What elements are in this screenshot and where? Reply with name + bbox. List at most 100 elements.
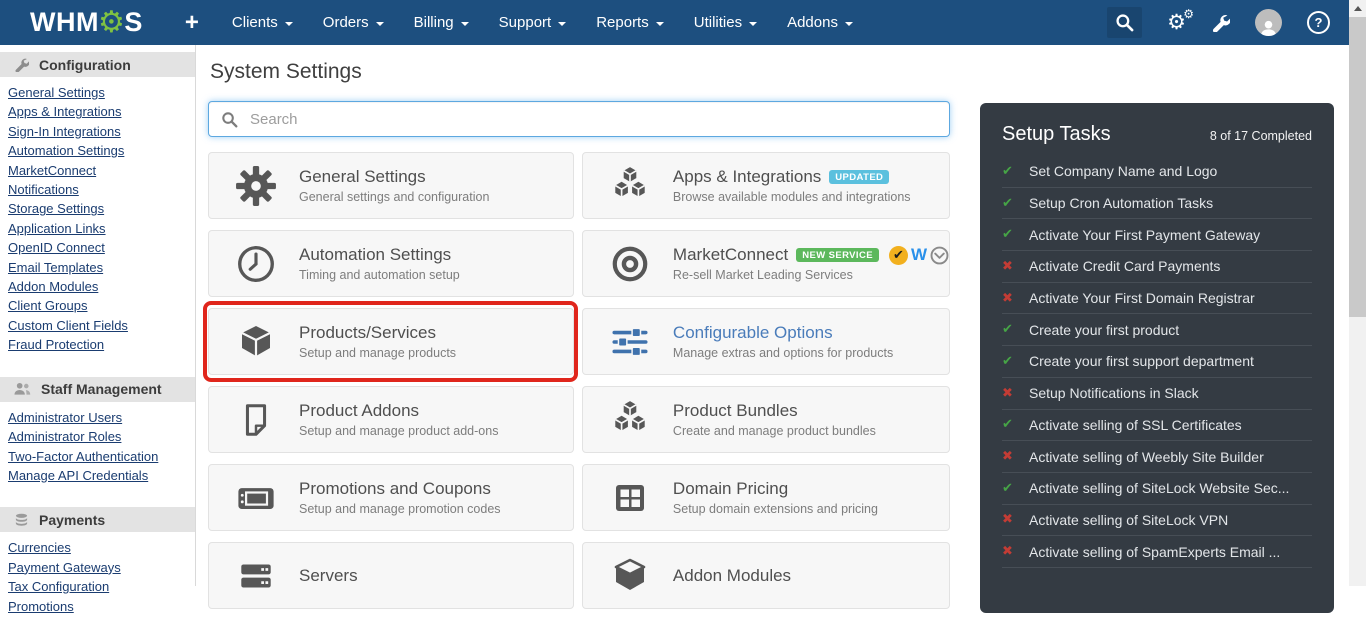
settings-card-grid: General Settings General settings and co… — [208, 152, 950, 609]
chevron-down-icon — [285, 22, 293, 26]
scrollbar-thumb[interactable] — [1349, 17, 1366, 317]
check-icon: ✔ — [1002, 354, 1018, 369]
card-title: MarketConnect NEW SERVICE ✔ W — [673, 245, 949, 265]
setup-task-item[interactable]: ✖Setup Notifications in Slack — [1002, 378, 1312, 410]
sidebar-link[interactable]: Notifications — [8, 180, 189, 199]
search-icon[interactable] — [1107, 7, 1142, 38]
setup-task-item[interactable]: ✖ Activate selling of SpamExperts Email .… — [1002, 536, 1312, 568]
help-icon[interactable]: ? — [1307, 11, 1330, 34]
sliders-icon — [601, 321, 659, 363]
setup-task-item[interactable]: ✔Set Company Name and Logo — [1002, 156, 1312, 188]
card-domain-pricing[interactable]: Domain Pricing Setup domain extensions a… — [582, 464, 950, 531]
check-icon: ✔ — [1002, 322, 1018, 337]
setup-task-item[interactable]: ✔Create your first support department — [1002, 346, 1312, 378]
card-title: Apps & IntegrationsUPDATED — [673, 167, 911, 187]
card-automation-settings[interactable]: Automation Settings Timing and automatio… — [208, 230, 574, 297]
main-content: System Settings General Settings General… — [208, 45, 950, 609]
search-input[interactable] — [248, 110, 937, 129]
coins-icon — [14, 513, 29, 527]
chevron-down-icon — [376, 22, 384, 26]
nav-menu-clients[interactable]: Clients — [217, 0, 308, 45]
quick-add-button[interactable]: + — [175, 9, 209, 37]
setup-tasks-list: ✔Set Company Name and Logo✔Setup Cron Au… — [1002, 156, 1312, 568]
check-icon: ✔ — [1002, 164, 1018, 179]
settings-sidebar: Configuration General SettingsApps & Int… — [0, 45, 196, 586]
card-subtitle: Manage extras and options for products — [673, 346, 893, 360]
chevron-down-icon — [558, 22, 566, 26]
setup-task-item[interactable]: ✖Activate selling of SiteLock VPN — [1002, 505, 1312, 537]
chevron-down-icon — [656, 22, 664, 26]
nav-menu-billing[interactable]: Billing — [399, 0, 484, 45]
sidebar-link[interactable]: Promotions — [8, 597, 189, 616]
sidebar-link[interactable]: Tax Configuration — [8, 577, 189, 596]
sidebar-link[interactable]: Currencies — [8, 538, 189, 557]
setup-task-item[interactable]: ✔Create your first product — [1002, 314, 1312, 346]
sidebar-link[interactable]: Storage Settings — [8, 199, 189, 218]
nav-menu-reports[interactable]: Reports — [581, 0, 679, 45]
card-subtitle: Setup and manage products — [299, 346, 456, 360]
cross-icon: ✖ — [1002, 544, 1018, 559]
card-subtitle: Setup and manage promotion codes — [299, 502, 501, 516]
sidebar-link[interactable]: Sign-In Integrations — [8, 122, 189, 141]
system-settings-gears-icon[interactable]: ⚙⚙ — [1167, 12, 1186, 33]
sidebar-link[interactable]: Payment Gateways — [8, 558, 189, 577]
card-servers[interactable]: Servers — [208, 542, 574, 609]
card-title: Automation Settings — [299, 245, 460, 265]
card-general-settings[interactable]: General Settings General settings and co… — [208, 152, 574, 219]
task-label: Activate Your First Payment Gateway — [1029, 227, 1260, 243]
card-subtitle: Timing and automation setup — [299, 268, 460, 282]
card-configurable-options[interactable]: Configurable Options Manage extras and o… — [582, 308, 950, 375]
task-label: Activate selling of SpamExperts Email ..… — [1029, 544, 1280, 560]
brand-gear-icon: ⚙ — [98, 8, 125, 38]
setup-task-item[interactable]: ✔Activate selling of SSL Certificates — [1002, 410, 1312, 442]
box-3d-icon — [227, 322, 285, 362]
bullseye-icon — [601, 243, 659, 285]
card-subtitle: Re-sell Market Leading Services — [673, 268, 949, 282]
card-promotions-coupons[interactable]: Promotions and Coupons Setup and manage … — [208, 464, 574, 531]
setup-task-item[interactable]: ✖Activate selling of Weebly Site Builder — [1002, 441, 1312, 473]
card-marketconnect[interactable]: MarketConnect NEW SERVICE ✔ W Re-sell Ma… — [582, 230, 950, 297]
sidebar-link[interactable]: Two-Factor Authentication — [8, 447, 189, 466]
sidebar-link[interactable]: Administrator Users — [8, 408, 189, 427]
setup-task-item[interactable]: ✔Activate Your First Payment Gateway — [1002, 219, 1312, 251]
sidebar-link[interactable]: Manage API Credentials — [8, 466, 189, 485]
card-products-services[interactable]: Products/Services Setup and manage produ… — [208, 308, 574, 375]
whmcs-logo[interactable]: WHM⚙S — [30, 7, 143, 38]
sidebar-link[interactable]: Application Links — [8, 219, 189, 238]
sidebar-link[interactable]: Apps & Integrations — [8, 102, 189, 121]
setup-task-item[interactable]: ✔Activate selling of SiteLock Website Se… — [1002, 473, 1312, 505]
card-product-bundles[interactable]: Product Bundles Create and manage produc… — [582, 386, 950, 453]
nav-menu-orders[interactable]: Orders — [308, 0, 399, 45]
cross-icon: ✖ — [1002, 449, 1018, 464]
new-service-badge: NEW SERVICE — [796, 248, 879, 263]
setup-task-item[interactable]: ✔Setup Cron Automation Tasks — [1002, 188, 1312, 220]
utilities-wrench-icon[interactable] — [1211, 13, 1230, 32]
sidebar-link[interactable]: Custom Client Fields — [8, 316, 189, 335]
card-subtitle: Create and manage product bundles — [673, 424, 876, 438]
sidebar-link[interactable]: General Settings — [8, 83, 189, 102]
nav-menu-utilities[interactable]: Utilities — [679, 0, 772, 45]
sidebar-link[interactable]: Email Templates — [8, 258, 189, 277]
sidebar-link[interactable]: Automation Settings — [8, 141, 189, 160]
user-avatar[interactable] — [1255, 9, 1282, 36]
setup-tasks-header: Setup Tasks 8 of 17 Completed — [1002, 103, 1312, 146]
task-label: Setup Notifications in Slack — [1029, 385, 1199, 401]
setup-task-item[interactable]: ✖Activate Credit Card Payments — [1002, 251, 1312, 283]
sidebar-link[interactable]: Fraud Protection — [8, 335, 189, 354]
sidebar-link[interactable]: MarketConnect — [8, 161, 189, 180]
sidebar-link[interactable]: OpenID Connect — [8, 238, 189, 257]
card-product-addons[interactable]: Product Addons Setup and manage product … — [208, 386, 574, 453]
page-title: System Settings — [210, 60, 950, 84]
sidebar-link[interactable]: Addon Modules — [8, 277, 189, 296]
nav-menu-addons[interactable]: Addons — [772, 0, 868, 45]
setup-task-item[interactable]: ✖Activate Your First Domain Registrar — [1002, 283, 1312, 315]
top-navbar: WHM⚙S + Clients Orders Billing Support R… — [0, 0, 1366, 45]
card-apps-integrations[interactable]: Apps & IntegrationsUPDATED Browse availa… — [582, 152, 950, 219]
sidebar-link[interactable]: Administrator Roles — [8, 427, 189, 446]
sidebar-section-staff-management: Staff Management — [0, 377, 195, 402]
sidebar-link[interactable]: Client Groups — [8, 296, 189, 315]
nav-menu-support[interactable]: Support — [484, 0, 582, 45]
card-addon-modules[interactable]: Addon Modules — [582, 542, 950, 609]
window-scrollbar[interactable] — [1349, 0, 1366, 586]
scroll-up-button[interactable] — [1349, 0, 1366, 17]
